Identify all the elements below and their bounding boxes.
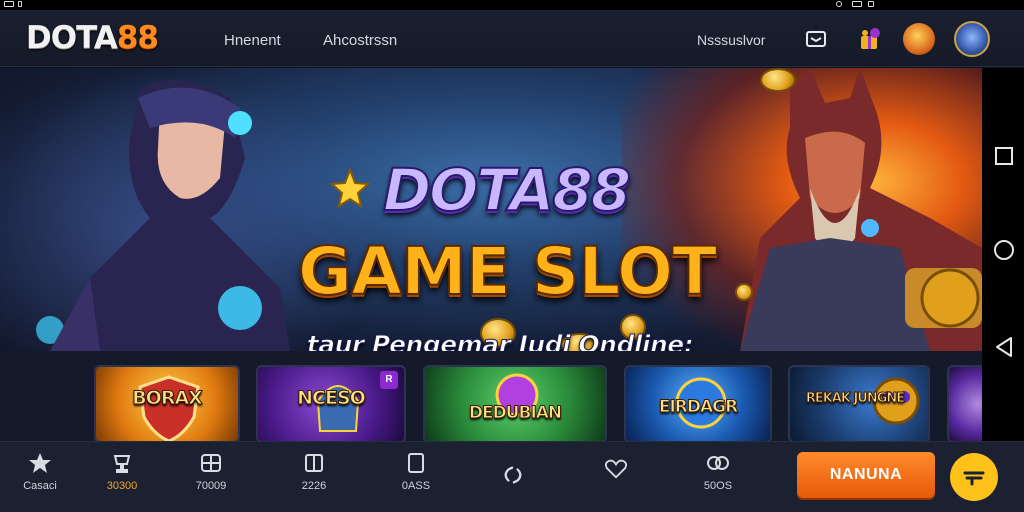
- star-icon: [29, 453, 51, 473]
- bottom-nav-item[interactable]: [483, 452, 543, 492]
- status-bar: [0, 0, 1024, 10]
- message-icon[interactable]: [805, 28, 827, 50]
- hero-banner[interactable]: DOTA88 GAME SLOT taur Pengemar Judi Ondl…: [0, 68, 982, 351]
- nav-link-home[interactable]: Hnenent: [224, 32, 281, 49]
- bottom-nav-item[interactable]: 50OS: [688, 452, 748, 492]
- gift-icon[interactable]: [856, 25, 884, 53]
- bottom-nav-item[interactable]: 2226: [284, 452, 344, 492]
- coin-decoration: [760, 68, 796, 92]
- game-tile[interactable]: R NCESO: [256, 365, 406, 443]
- logo-text-number: 88: [116, 20, 159, 56]
- game-tile-title: BORAX: [132, 387, 204, 410]
- bottom-nav-item[interactable]: 0ASS: [386, 452, 446, 492]
- bottom-nav-label: 30300: [106, 480, 138, 492]
- share-icon: [504, 466, 522, 484]
- recents-icon[interactable]: [994, 146, 1014, 166]
- trophy-icon: [113, 455, 131, 473]
- app-screen: DOTA88 Hnenent Ahcostrssn Nsssuslvor DOT…: [0, 0, 1024, 512]
- bottom-nav-bar: Casaci 30300 70009 2226 0ASS 50OS NANUNA: [0, 441, 1024, 512]
- game-tile[interactable]: BORAX: [94, 365, 240, 443]
- tablet-icon: [408, 453, 424, 473]
- game-tile-title: NCESO: [297, 387, 367, 410]
- game-tile-title: EIRDAGR: [658, 397, 738, 418]
- cta-button[interactable]: NANUNA: [797, 452, 935, 498]
- battery-icon: [852, 1, 862, 7]
- bottom-nav-label: 50OS: [703, 480, 733, 492]
- hero-subtitle: taur Pengemar Judi Ondline:: [306, 330, 694, 352]
- back-icon[interactable]: [994, 336, 1014, 358]
- top-header: DOTA88 Hnenent Ahcostrssn Nsssuslvor: [0, 10, 1024, 67]
- brand-logo[interactable]: DOTA88: [26, 20, 159, 56]
- bottom-nav-label: 0ASS: [401, 480, 431, 492]
- nav-link-account[interactable]: Nsssuslvor: [697, 32, 765, 48]
- bottom-nav-label: 2226: [301, 480, 327, 492]
- bottom-nav-label: Casaci: [23, 480, 57, 492]
- menu-icon: [963, 471, 985, 486]
- bottom-nav-item-active[interactable]: 30300: [92, 452, 152, 492]
- signal-icon: [4, 1, 14, 7]
- dice-icon: [707, 456, 729, 470]
- game-tile[interactable]: REKAK JUNGNE: [788, 365, 930, 443]
- game-tiles-row: BORAX R NCESO DEDUBIAN EIRDAGR REKAK JUN…: [0, 351, 987, 443]
- quick-action-button[interactable]: [950, 453, 998, 501]
- game-tile-title: REKAK JUNGNE: [805, 391, 905, 407]
- avatar-user[interactable]: [954, 21, 990, 57]
- grid-icon: [201, 454, 221, 472]
- clock-icon: [868, 1, 874, 7]
- game-tile-title: DEDUBIAN: [468, 403, 562, 424]
- bottom-nav-item[interactable]: [586, 452, 646, 486]
- system-nav-bar: [982, 68, 1024, 441]
- avatar-hero-1[interactable]: [903, 23, 935, 55]
- bottom-nav-item[interactable]: 70009: [181, 452, 241, 492]
- hero-title-brand: DOTA88: [382, 155, 632, 225]
- game-tile[interactable]: EIRDAGR: [624, 365, 772, 443]
- heart-icon: [605, 459, 627, 479]
- nav-link-about[interactable]: Ahcostrssn: [323, 32, 397, 49]
- wifi-icon: [18, 1, 22, 7]
- hero-title-main: GAME SLOT: [297, 232, 718, 311]
- book-icon: [305, 454, 323, 472]
- game-tile[interactable]: DEDUBIAN: [423, 365, 607, 443]
- bottom-nav-item[interactable]: Casaci: [10, 452, 70, 492]
- home-icon[interactable]: [993, 239, 1015, 261]
- game-tile-partial[interactable]: [947, 365, 987, 443]
- bottom-nav-label: 70009: [195, 480, 227, 492]
- logo-text-main: DOTA: [26, 20, 118, 56]
- location-icon: [836, 1, 842, 7]
